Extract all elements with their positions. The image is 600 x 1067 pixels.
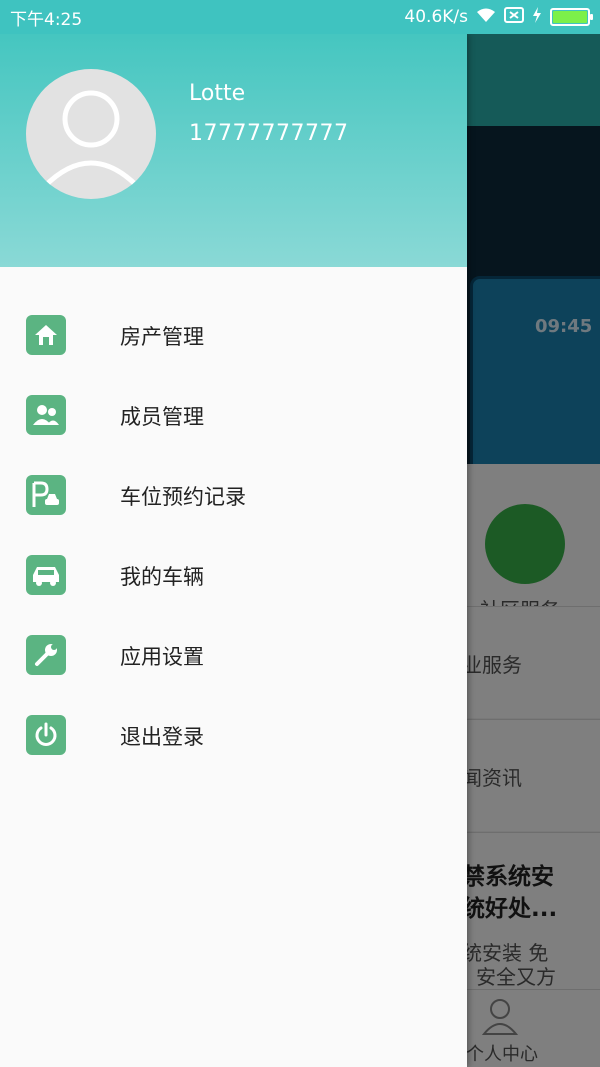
charging-icon (532, 6, 542, 28)
menu-item-parking-records[interactable]: 车位预约记录 (0, 455, 467, 535)
wrench-icon (26, 635, 66, 675)
status-bar: 下午4:25 40.6K/s (0, 0, 600, 34)
drawer-menu: 房产管理 成员管理 车位预约记录 我的车辆 应用设置 退出登录 (0, 295, 467, 775)
menu-item-property[interactable]: 房产管理 (0, 295, 467, 375)
profile-header: Lotte 17777777777 (0, 34, 467, 267)
status-icons: 40.6K/s (404, 6, 593, 28)
parking-icon (26, 475, 66, 515)
sim-icon (504, 6, 524, 28)
members-icon (26, 395, 66, 435)
menu-label: 应用设置 (120, 645, 204, 669)
default-avatar-icon (42, 90, 140, 189)
battery-icon (550, 8, 593, 26)
menu-item-my-vehicles[interactable]: 我的车辆 (0, 535, 467, 615)
power-icon (26, 715, 66, 755)
avatar[interactable] (26, 69, 156, 199)
user-name: Lotte (189, 81, 246, 106)
menu-label: 房产管理 (120, 325, 204, 349)
menu-label: 成员管理 (120, 405, 204, 429)
house-icon (26, 315, 66, 355)
app-root: 下午4:25 40.6K/s 09:45 社区服务 业服务 (0, 0, 600, 1067)
menu-item-logout[interactable]: 退出登录 (0, 695, 467, 775)
car-icon (26, 555, 66, 595)
menu-label: 退出登录 (120, 725, 204, 749)
battery-fill (553, 11, 587, 23)
status-time: 下午4:25 (10, 9, 83, 30)
menu-item-members[interactable]: 成员管理 (0, 375, 467, 455)
menu-label: 我的车辆 (120, 565, 204, 589)
menu-item-app-settings[interactable]: 应用设置 (0, 615, 467, 695)
user-phone: 17777777777 (189, 121, 349, 146)
navigation-drawer: Lotte 17777777777 房产管理 成员管理 车位预约记录 我的车辆 … (0, 34, 467, 1067)
network-speed: 40.6K/s (404, 7, 468, 27)
menu-label: 车位预约记录 (120, 485, 246, 509)
wifi-icon (476, 7, 496, 28)
